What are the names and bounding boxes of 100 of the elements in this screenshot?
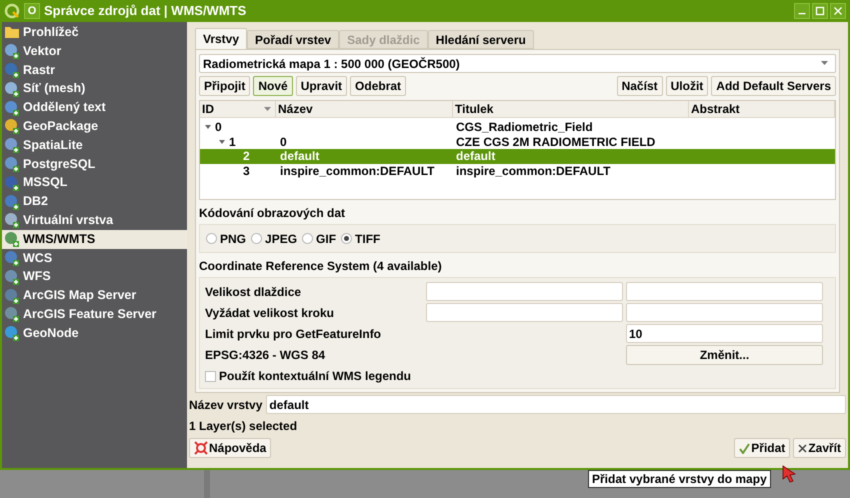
data-source-icon	[4, 43, 20, 60]
input-field[interactable]	[426, 282, 623, 301]
data-source-icon	[4, 80, 20, 97]
sidebar-item[interactable]: WFS	[2, 267, 187, 286]
sidebar-item[interactable]: PostgreSQL	[2, 154, 187, 174]
radio-option[interactable]: JPEG	[251, 230, 298, 248]
tab[interactable]: Hledání serveru	[428, 30, 534, 49]
column-header[interactable]: Název	[276, 101, 453, 117]
field-label: Název vrstvy	[189, 396, 262, 414]
checkbox-label: Použít kontextuální WMS legendu	[219, 368, 411, 385]
window-title: Správce zdrojů dat | WMS/WMTS	[44, 2, 246, 20]
data-source-icon	[4, 100, 20, 116]
dropdown-arrow-icon	[821, 61, 828, 66]
sidebar-item[interactable]: Síť (mesh)	[2, 79, 187, 98]
table-row[interactable]: 3 inspire_common:DEFAULT inspire_common:DEFAULT	[200, 164, 835, 178]
help-icon	[194, 441, 208, 455]
id-text: 3	[243, 164, 250, 177]
table-row[interactable]: 0 CGS_Radiometric_Field	[200, 120, 835, 134]
change-button[interactable]: Změnit...	[626, 345, 823, 365]
connection-button[interactable]: Upravit	[296, 76, 348, 96]
sidebar-item[interactable]: Virtuální vrstva	[2, 210, 187, 230]
layer-name-field[interactable]: default	[266, 395, 846, 414]
expand-arrow-icon[interactable]	[218, 138, 226, 146]
checkbox[interactable]	[205, 370, 216, 382]
input-field[interactable]	[426, 303, 623, 322]
title-text: default	[456, 149, 496, 164]
sidebar-item[interactable]: GeoPackage	[2, 116, 187, 136]
data-source-icon	[4, 137, 20, 154]
name-text: 0	[280, 134, 287, 149]
radio-button[interactable]	[341, 233, 352, 244]
radio-button[interactable]	[302, 233, 314, 244]
input-field[interactable]: 10	[626, 324, 823, 343]
connection-button[interactable]: Připojit	[199, 76, 250, 96]
minimize-icon[interactable]	[794, 3, 810, 19]
data-source-icon	[4, 268, 20, 285]
radio-button[interactable]	[206, 233, 217, 244]
data-source-icon	[4, 156, 20, 172]
column-header[interactable]: Titulek	[453, 101, 689, 117]
sidebar-item[interactable]: GeoNode	[2, 324, 187, 343]
sidebar-item[interactable]: Prohlížeč	[2, 23, 187, 42]
sidebar-item[interactable]: Vektor	[2, 42, 187, 61]
table-row[interactable]: 1 0 CZE CGS 2M RADIOMETRIC FIELD	[200, 134, 835, 149]
sort-arrow-icon	[264, 107, 271, 111]
connection-button[interactable]: Odebrat	[350, 76, 406, 96]
column-header[interactable]: Abstrakt	[689, 101, 835, 117]
title-text: CGS_Radiometric_Field	[456, 120, 593, 134]
maximize-icon[interactable]	[812, 3, 828, 19]
sidebar-item[interactable]: WMS/WMTS	[2, 230, 187, 249]
section-title: Kódování obrazových dat	[199, 205, 346, 222]
sidebar-item[interactable]: SpatiaLite	[2, 136, 187, 155]
sidebar-item[interactable]: WCS	[2, 248, 187, 268]
sidebar-item[interactable]: Oddělený text	[2, 98, 187, 117]
data-source-icon	[4, 325, 20, 342]
tooltip: Přidat vybrané vrstvy do mapy	[588, 470, 771, 488]
data-source-icon	[4, 194, 20, 210]
help-button[interactable]: Nápověda	[189, 438, 272, 458]
field-label: Velikost dlaždice	[205, 284, 302, 300]
sidebar-item[interactable]: DB2	[2, 192, 187, 211]
app-logo-icon	[4, 3, 20, 19]
name-text: inspire_common:DEFAULT	[280, 164, 434, 178]
table-row[interactable]: 2 default default	[200, 149, 835, 164]
data-source-icon	[4, 306, 20, 322]
radio-option[interactable]: TIFF	[341, 230, 380, 248]
folder-icon	[4, 25, 20, 40]
radio-option[interactable]: PNG	[206, 230, 246, 248]
field-label: Limit prvku pro GetFeatureInfo	[205, 326, 382, 342]
title-text: inspire_common:DEFAULT	[456, 164, 610, 178]
connection-dropdown[interactable]: Radiometrická mapa 1 : 500 000 (GEOČR500)	[199, 54, 836, 73]
radio-button[interactable]	[251, 233, 262, 244]
data-source-icon	[4, 250, 20, 266]
sidebar-item[interactable]: ArcGIS Feature Server	[2, 304, 187, 324]
id-text: 0	[215, 121, 222, 134]
file-button[interactable]: Uložit	[666, 76, 708, 96]
expand-arrow-icon[interactable]	[204, 123, 212, 132]
add-button[interactable]: Přidat	[734, 438, 790, 458]
sidebar-item[interactable]: Rastr	[2, 60, 187, 80]
file-button[interactable]: Add Default Servers	[711, 76, 836, 96]
data-source-icon	[4, 174, 20, 191]
tab[interactable]: Vrstvy	[195, 28, 248, 49]
data-source-icon	[4, 62, 20, 78]
data-source-icon	[4, 118, 20, 134]
sidebar-item[interactable]: MSSQL	[2, 173, 187, 192]
close-icon	[798, 444, 808, 452]
input-field[interactable]	[626, 282, 823, 301]
title-text: CZE CGS 2M RADIOMETRIC FIELD	[456, 134, 656, 149]
cursor-icon	[781, 465, 797, 483]
sidebar-item[interactable]: ArcGIS Map Server	[2, 286, 187, 305]
connection-button[interactable]: Nové	[253, 76, 293, 96]
close-icon[interactable]	[830, 3, 846, 19]
radio-option[interactable]: GIF	[302, 230, 336, 248]
file-button[interactable]: Načíst	[616, 76, 663, 96]
check-icon	[739, 442, 750, 454]
close-button[interactable]: Zavřít	[793, 438, 846, 458]
input-field[interactable]	[626, 303, 823, 322]
name-text: default	[280, 149, 320, 164]
status-text: 1 Layer(s) selected	[189, 418, 298, 435]
column-header[interactable]: ID	[200, 101, 276, 117]
id-text: 2	[243, 150, 250, 162]
tab[interactable]: Pořadí vrstev	[247, 30, 340, 49]
data-source-icon	[4, 288, 20, 304]
